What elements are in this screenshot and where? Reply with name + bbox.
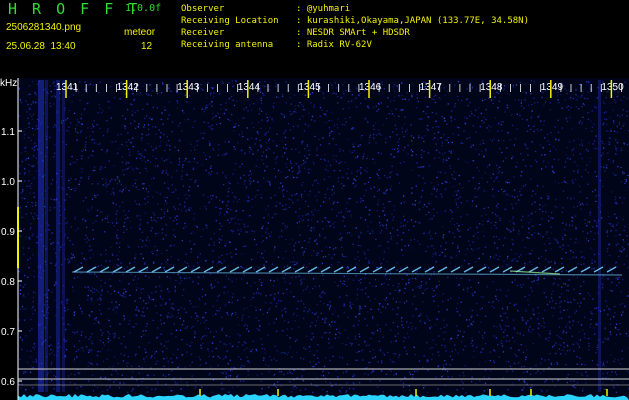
minute-tick-label-1345: 1345 xyxy=(298,82,321,93)
minute-tick-label-1350: 1350 xyxy=(601,82,624,93)
y-axis-unit: kHz xyxy=(0,78,17,89)
y-tick-label-0.7: 0.7 xyxy=(1,327,15,338)
interference-column-3 xyxy=(62,80,65,392)
interference-column-2 xyxy=(56,80,60,392)
spectrogram-plot: kHz 1.1 1.0 0.9 0.8 0.7 0.6 1341 1342 1343 1344 134… xyxy=(0,78,629,400)
plot-background xyxy=(18,78,629,400)
y-tick-label-0.9: 0.9 xyxy=(1,227,15,238)
y-tick-label-0.6: 0.6 xyxy=(1,377,15,388)
minute-tick-label-1346: 1346 xyxy=(359,82,382,93)
minute-tick-label-1343: 1343 xyxy=(177,82,200,93)
interference-column-1 xyxy=(45,80,48,392)
interference-column-right xyxy=(598,80,601,392)
minute-tick-label-1344: 1344 xyxy=(238,82,261,93)
interference-column-0 xyxy=(38,80,44,392)
y-tick-label-1.1: 1.1 xyxy=(1,127,15,138)
hrofft-window: H R O F F T 1.0.0f 2506281340.png meteor… xyxy=(0,0,629,400)
minute-tick-label-1348: 1348 xyxy=(480,82,503,93)
minute-tick-label-1347: 1347 xyxy=(420,82,443,93)
y-tick-label-1.0: 1.0 xyxy=(1,177,15,188)
y-tick-label-0.8: 0.8 xyxy=(1,277,15,288)
minute-tick-label-1349: 1349 xyxy=(541,82,564,93)
minute-tick-label-1341: 1341 xyxy=(56,82,79,93)
minute-tick-label-1342: 1342 xyxy=(117,82,140,93)
